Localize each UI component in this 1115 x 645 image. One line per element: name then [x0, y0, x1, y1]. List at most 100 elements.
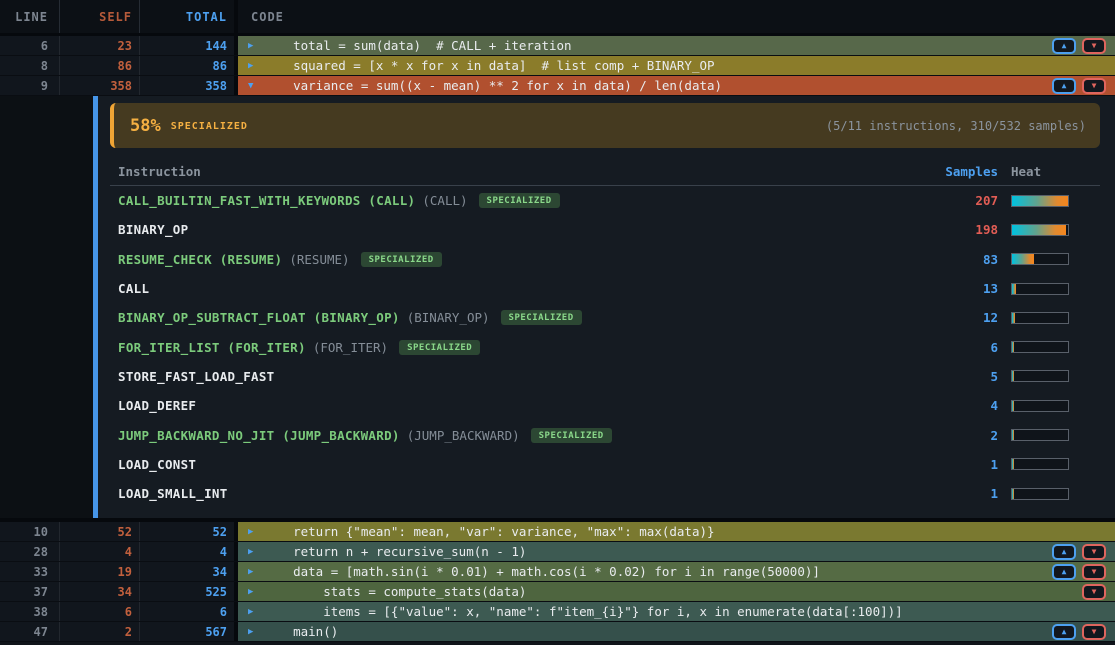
- instruction-name: BINARY_OP: [118, 222, 188, 237]
- samples-count: 207: [898, 193, 998, 208]
- samples-count: 5: [898, 369, 998, 384]
- specialized-badge: SPECIALIZED: [479, 193, 560, 208]
- row-actions: ▲ ▼: [1052, 624, 1106, 640]
- row-actions: ▲ ▼: [1052, 38, 1106, 54]
- instruction-row: BINARY_OP_SUBTRACT_FLOAT (BINARY_OP) (BI…: [110, 303, 1100, 332]
- line-number: 28: [0, 542, 60, 561]
- source-code: squared = [x * x for x in data] # list c…: [263, 58, 1115, 73]
- jump-down-button[interactable]: ▼: [1082, 38, 1106, 54]
- expand-caret-icon[interactable]: ▶: [248, 61, 258, 71]
- code-row: 28 4 4 ▶ return n + recursive_sum(n - 1)…: [0, 542, 1115, 562]
- jump-down-button[interactable]: ▼: [1082, 544, 1106, 560]
- source-code-cell[interactable]: ▶ data = [math.sin(i * 0.01) + math.cos(…: [238, 562, 1115, 581]
- instruction-row: CALL 13: [110, 274, 1100, 303]
- jump-down-button[interactable]: ▼: [1082, 624, 1106, 640]
- instruction-table-header: Instruction Samples Heat: [110, 158, 1100, 186]
- total-samples: 4: [140, 542, 238, 561]
- heat-bar: [1011, 341, 1069, 353]
- heat-bar: [1011, 312, 1069, 324]
- code-row: 8 86 86 ▶ squared = [x * x for x in data…: [0, 56, 1115, 76]
- instruction-row: JUMP_BACKWARD_NO_JIT (JUMP_BACKWARD) (JU…: [110, 420, 1100, 449]
- instruction-name: LOAD_DEREF: [118, 398, 196, 413]
- source-code: variance = sum((x - mean) ** 2 for x in …: [263, 78, 1052, 93]
- expand-caret-icon[interactable]: ▶: [248, 547, 258, 557]
- line-number: 6: [0, 36, 60, 55]
- instruction-row: RESUME_CHECK (RESUME) (RESUME) SPECIALIZ…: [110, 245, 1100, 274]
- code-row: 47 2 567 ▶ main() ▲ ▼: [0, 622, 1115, 642]
- expand-caret-icon[interactable]: ▶: [248, 567, 258, 577]
- heat-column-header[interactable]: Heat: [1011, 164, 1100, 179]
- instruction-name: LOAD_CONST: [118, 457, 196, 472]
- source-code-cell[interactable]: ▶ squared = [x * x for x in data] # list…: [238, 56, 1115, 75]
- heat-bar: [1011, 370, 1069, 382]
- instruction-name: CALL: [118, 281, 149, 296]
- total-samples: 6: [140, 602, 238, 621]
- self-samples: 4: [60, 542, 140, 561]
- jump-down-button[interactable]: ▼: [1082, 584, 1106, 600]
- instruction-name: STORE_FAST_LOAD_FAST: [118, 369, 275, 384]
- total-samples: 358: [140, 76, 238, 95]
- source-code-cell[interactable]: ▶ stats = compute_stats(data) ▼: [238, 582, 1115, 601]
- line-number: 37: [0, 582, 60, 601]
- samples-count: 198: [898, 222, 998, 237]
- self-samples: 34: [60, 582, 140, 601]
- code-row: 10 52 52 ▶ return {"mean": mean, "var": …: [0, 522, 1115, 542]
- heat-bar: [1011, 224, 1069, 236]
- specialized-badge: SPECIALIZED: [531, 428, 612, 443]
- expand-caret-icon[interactable]: ▶: [248, 41, 258, 51]
- samples-count: 4: [898, 398, 998, 413]
- base-instruction: (BINARY_OP): [407, 310, 490, 325]
- jump-up-button[interactable]: ▲: [1052, 564, 1076, 580]
- specialized-badge: SPECIALIZED: [399, 340, 480, 355]
- base-instruction: (CALL): [422, 193, 467, 208]
- instruction-name: RESUME_CHECK (RESUME): [118, 252, 282, 267]
- jump-down-button[interactable]: ▼: [1082, 564, 1106, 580]
- samples-column-header[interactable]: Samples: [898, 164, 998, 179]
- instruction-row: CALL_BUILTIN_FAST_WITH_KEYWORDS (CALL) (…: [110, 186, 1100, 215]
- heat-bar: [1011, 400, 1069, 412]
- self-samples: 19: [60, 562, 140, 581]
- samples-count: 6: [898, 340, 998, 355]
- specialized-percent: 58%: [130, 116, 161, 136]
- expand-caret-icon[interactable]: ▶: [248, 527, 258, 537]
- jump-up-button[interactable]: ▲: [1052, 78, 1076, 94]
- self-samples: 23: [60, 36, 140, 55]
- left-gutter: [0, 96, 93, 518]
- jump-up-button[interactable]: ▲: [1052, 544, 1076, 560]
- specialized-label: SPECIALIZED: [171, 121, 248, 132]
- heat-bar: [1011, 429, 1069, 441]
- source-code-cell[interactable]: ▶ return n + recursive_sum(n - 1) ▲ ▼: [238, 542, 1115, 561]
- collapse-caret-icon[interactable]: ▼: [248, 81, 258, 91]
- source-code-cell[interactable]: ▶ main() ▲ ▼: [238, 622, 1115, 641]
- line-number: 33: [0, 562, 60, 581]
- source-code: return {"mean": mean, "var": variance, "…: [263, 524, 1115, 539]
- instruction-name: FOR_ITER_LIST (FOR_ITER): [118, 340, 306, 355]
- heat-bar: [1011, 488, 1069, 500]
- column-header-line: LINE: [0, 0, 60, 33]
- jump-up-button[interactable]: ▲: [1052, 38, 1076, 54]
- source-code: return n + recursive_sum(n - 1): [263, 544, 1052, 559]
- jump-down-button[interactable]: ▼: [1082, 78, 1106, 94]
- source-code-cell[interactable]: ▶ return {"mean": mean, "var": variance,…: [238, 522, 1115, 541]
- instruction-row: LOAD_CONST 1: [110, 450, 1100, 479]
- base-instruction: (RESUME): [289, 252, 349, 267]
- self-samples: 52: [60, 522, 140, 541]
- source-code: total = sum(data) # CALL + iteration: [263, 38, 1052, 53]
- total-samples: 567: [140, 622, 238, 641]
- expand-caret-icon[interactable]: ▶: [248, 627, 258, 637]
- instruction-name: JUMP_BACKWARD_NO_JIT (JUMP_BACKWARD): [118, 428, 400, 443]
- source-code-cell[interactable]: ▶ items = [{"value": x, "name": f"item_{…: [238, 602, 1115, 621]
- total-samples: 34: [140, 562, 238, 581]
- total-samples: 52: [140, 522, 238, 541]
- instruction-panel: 58% SPECIALIZED (5/11 instructions, 310/…: [98, 96, 1115, 518]
- self-samples: 6: [60, 602, 140, 621]
- jump-up-button[interactable]: ▲: [1052, 624, 1076, 640]
- expand-caret-icon[interactable]: ▶: [248, 607, 258, 617]
- expand-caret-icon[interactable]: ▶: [248, 587, 258, 597]
- instruction-column-header[interactable]: Instruction: [110, 164, 898, 179]
- column-header-self: SELF: [60, 0, 140, 33]
- source-code-cell[interactable]: ▶ total = sum(data) # CALL + iteration ▲…: [238, 36, 1115, 55]
- instruction-row: LOAD_SMALL_INT 1: [110, 479, 1100, 508]
- source-code-cell[interactable]: ▼ variance = sum((x - mean) ** 2 for x i…: [238, 76, 1115, 95]
- heat-bar: [1011, 253, 1069, 265]
